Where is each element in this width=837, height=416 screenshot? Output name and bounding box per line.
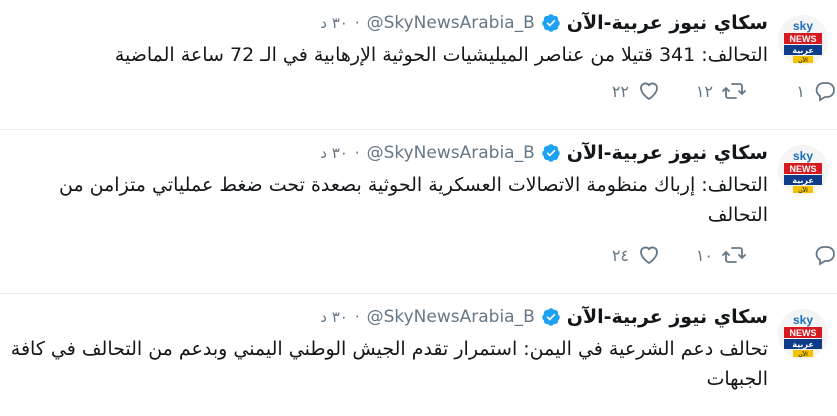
heart-icon xyxy=(640,246,658,265)
svg-text:الآن: الآن xyxy=(798,350,808,358)
like-button[interactable]: ٢٢ xyxy=(581,79,661,103)
svg-text:الآن: الآن xyxy=(798,186,808,194)
svg-text:sky: sky xyxy=(793,313,813,327)
heart-icon xyxy=(640,82,658,101)
display-name[interactable]: سكاي نيوز عربية-الآن xyxy=(567,12,768,34)
tweet[interactable]: sky NEWS عربية الآن سكاي نيوز عربية-الآن… xyxy=(0,0,837,130)
separator-dot: · xyxy=(354,14,360,32)
svg-text:عربية: عربية xyxy=(792,176,814,185)
tweet-header: سكاي نيوز عربية-الآن @SkyNewsArabia_B · … xyxy=(10,140,768,166)
retweet-count: ١٢ xyxy=(695,81,713,101)
tweet-header: سكاي نيوز عربية-الآن @SkyNewsArabia_B · … xyxy=(10,304,768,330)
svg-text:NEWS: NEWS xyxy=(790,328,817,338)
retweet-button[interactable]: ١٠ xyxy=(661,243,747,267)
timestamp[interactable]: ٣٠ د xyxy=(320,14,348,32)
verified-badge-icon xyxy=(541,13,561,33)
svg-text:عربية: عربية xyxy=(792,340,814,349)
timestamp[interactable]: ٣٠ د xyxy=(320,144,348,162)
svg-text:sky: sky xyxy=(793,19,813,33)
reply-count: ١ xyxy=(796,81,805,101)
like-count: ٢٤ xyxy=(611,245,629,265)
tweet-header: سكاي نيوز عربية-الآن @SkyNewsArabia_B · … xyxy=(10,10,768,36)
tweet-actions: ١ ١٢ ٢٢ xyxy=(581,79,837,103)
avatar[interactable]: sky NEWS عربية الآن xyxy=(778,15,828,65)
tweet-feed: sky NEWS عربية الآن سكاي نيوز عربية-الآن… xyxy=(0,0,837,416)
svg-text:الآن: الآن xyxy=(798,56,808,64)
username[interactable]: @SkyNewsArabia_B xyxy=(367,13,535,33)
username[interactable]: @SkyNewsArabia_B xyxy=(367,143,535,163)
tweet[interactable]: sky NEWS عربية الآن سكاي نيوز عربية-الآن… xyxy=(0,294,837,416)
sky-news-arabia-logo-icon: sky NEWS عربية الآن xyxy=(778,145,828,195)
verified-badge-icon xyxy=(541,307,561,327)
reply-icon xyxy=(815,246,835,266)
tweet-text: التحالف: 341 قتيلا من عناصر الميليشيات ا… xyxy=(114,44,768,66)
sky-news-arabia-logo-icon: sky NEWS عربية الآن xyxy=(778,15,828,65)
separator-dot: · xyxy=(354,308,360,326)
username[interactable]: @SkyNewsArabia_B xyxy=(367,307,535,327)
svg-text:sky: sky xyxy=(793,149,813,163)
avatar[interactable]: sky NEWS عربية الآن xyxy=(778,309,828,359)
retweet-button[interactable]: ١٢ xyxy=(661,79,747,103)
svg-text:NEWS: NEWS xyxy=(790,34,817,44)
reply-button[interactable] xyxy=(747,243,837,267)
avatar[interactable]: sky NEWS عربية الآن xyxy=(778,145,828,195)
retweet-icon xyxy=(722,247,746,263)
separator-dot: · xyxy=(354,144,360,162)
reply-button[interactable]: ١ xyxy=(747,79,837,103)
retweet-count: ١٠ xyxy=(695,245,713,265)
retweet-icon xyxy=(722,83,746,99)
tweet-text: تحالف دعم الشرعية في اليمن: استمرار تقدم… xyxy=(10,338,768,390)
reply-icon xyxy=(815,82,835,102)
tweet[interactable]: sky NEWS عربية الآن سكاي نيوز عربية-الآن… xyxy=(0,130,837,294)
like-count: ٢٢ xyxy=(611,81,629,101)
svg-text:NEWS: NEWS xyxy=(790,164,817,174)
tweet-text: التحالف: إرباك منظومة الاتصالات العسكرية… xyxy=(58,174,768,226)
sky-news-arabia-logo-icon: sky NEWS عربية الآن xyxy=(778,309,828,359)
display-name[interactable]: سكاي نيوز عربية-الآن xyxy=(567,306,768,328)
tweet-actions: ١٠ ٢٤ xyxy=(581,243,837,267)
verified-badge-icon xyxy=(541,143,561,163)
display-name[interactable]: سكاي نيوز عربية-الآن xyxy=(567,142,768,164)
timestamp[interactable]: ٣٠ د xyxy=(320,308,348,326)
svg-text:عربية: عربية xyxy=(792,46,814,55)
like-button[interactable]: ٢٤ xyxy=(581,243,661,267)
